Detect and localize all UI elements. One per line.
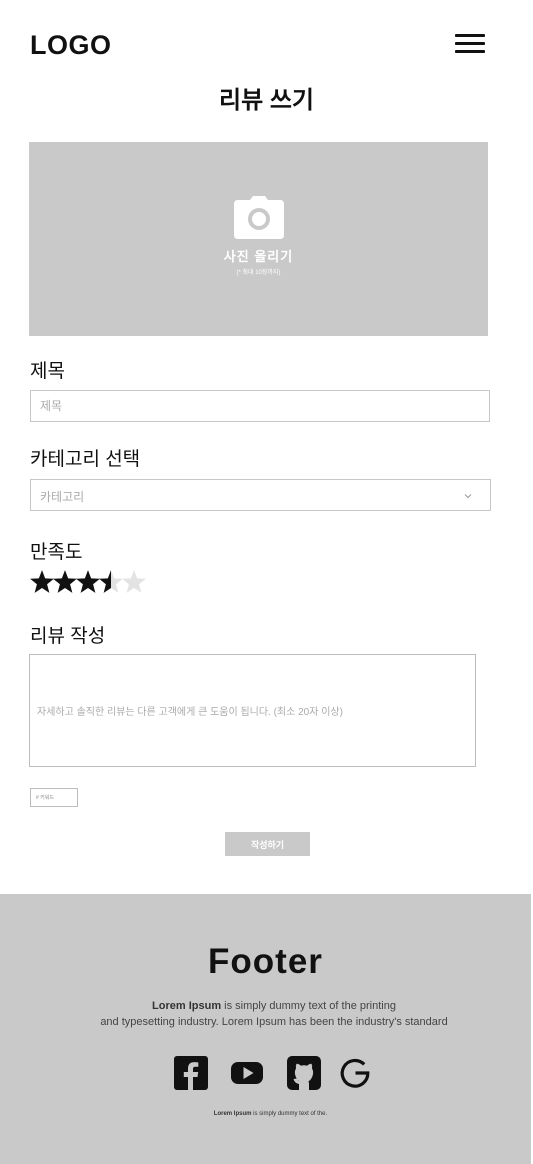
footer-small-rest: is simply dummy text of the. <box>251 1111 328 1117</box>
facebook-icon[interactable] <box>174 1056 208 1090</box>
footer-title: Footer <box>208 942 323 981</box>
star-icon[interactable] <box>121 569 147 595</box>
star-rating[interactable] <box>29 569 159 599</box>
category-select-value: 카테고리 <box>40 490 85 504</box>
footer-text: Lorem Ipsum is simply dummy text of the … <box>0 998 533 1030</box>
footer: Footer Lorem Ipsum is simply dummy text … <box>0 894 531 1164</box>
camera-icon <box>234 196 284 239</box>
menu-bar <box>455 34 485 37</box>
review-label: 리뷰 작성 <box>30 626 106 647</box>
submit-button[interactable]: 작성하기 <box>225 832 310 856</box>
photo-upload-label: 사진 올리기 <box>223 249 294 264</box>
footer-text-bold: Lorem Ipsum <box>152 1000 222 1012</box>
title-input[interactable] <box>30 390 490 422</box>
footer-text-line1: is simply dummy text of the printing <box>221 1000 396 1012</box>
hamburger-menu-icon[interactable] <box>455 34 485 56</box>
review-textarea[interactable] <box>29 654 476 767</box>
footer-small-text: Lorem Ipsum is simply dummy text of the. <box>0 1111 533 1117</box>
page-title: 리뷰 쓰기 <box>219 87 314 114</box>
category-label: 카테고리 선택 <box>30 449 141 470</box>
youtube-icon[interactable] <box>230 1056 264 1090</box>
footer-text-line2: and typesetting industry. Lorem Ipsum ha… <box>100 1016 448 1028</box>
satisfaction-label: 만족도 <box>30 542 83 563</box>
logo[interactable]: LOGO <box>30 30 112 61</box>
footer-small-bold: Lorem Ipsum <box>213 1111 252 1117</box>
keyword-input[interactable] <box>30 788 78 807</box>
google-icon[interactable] <box>338 1056 372 1090</box>
menu-bar <box>455 50 485 53</box>
photo-upload-area[interactable]: 사진 올리기 (* 최대 10장까지) <box>29 142 488 336</box>
chevron-down-icon <box>464 494 472 499</box>
header: LOGO <box>0 0 533 80</box>
title-label: 제목 <box>30 361 65 382</box>
category-select[interactable]: 카테고리 <box>30 479 491 511</box>
github-icon[interactable] <box>287 1056 321 1090</box>
menu-bar <box>455 42 485 45</box>
photo-upload-note: (* 최대 10장까지) <box>236 270 281 276</box>
